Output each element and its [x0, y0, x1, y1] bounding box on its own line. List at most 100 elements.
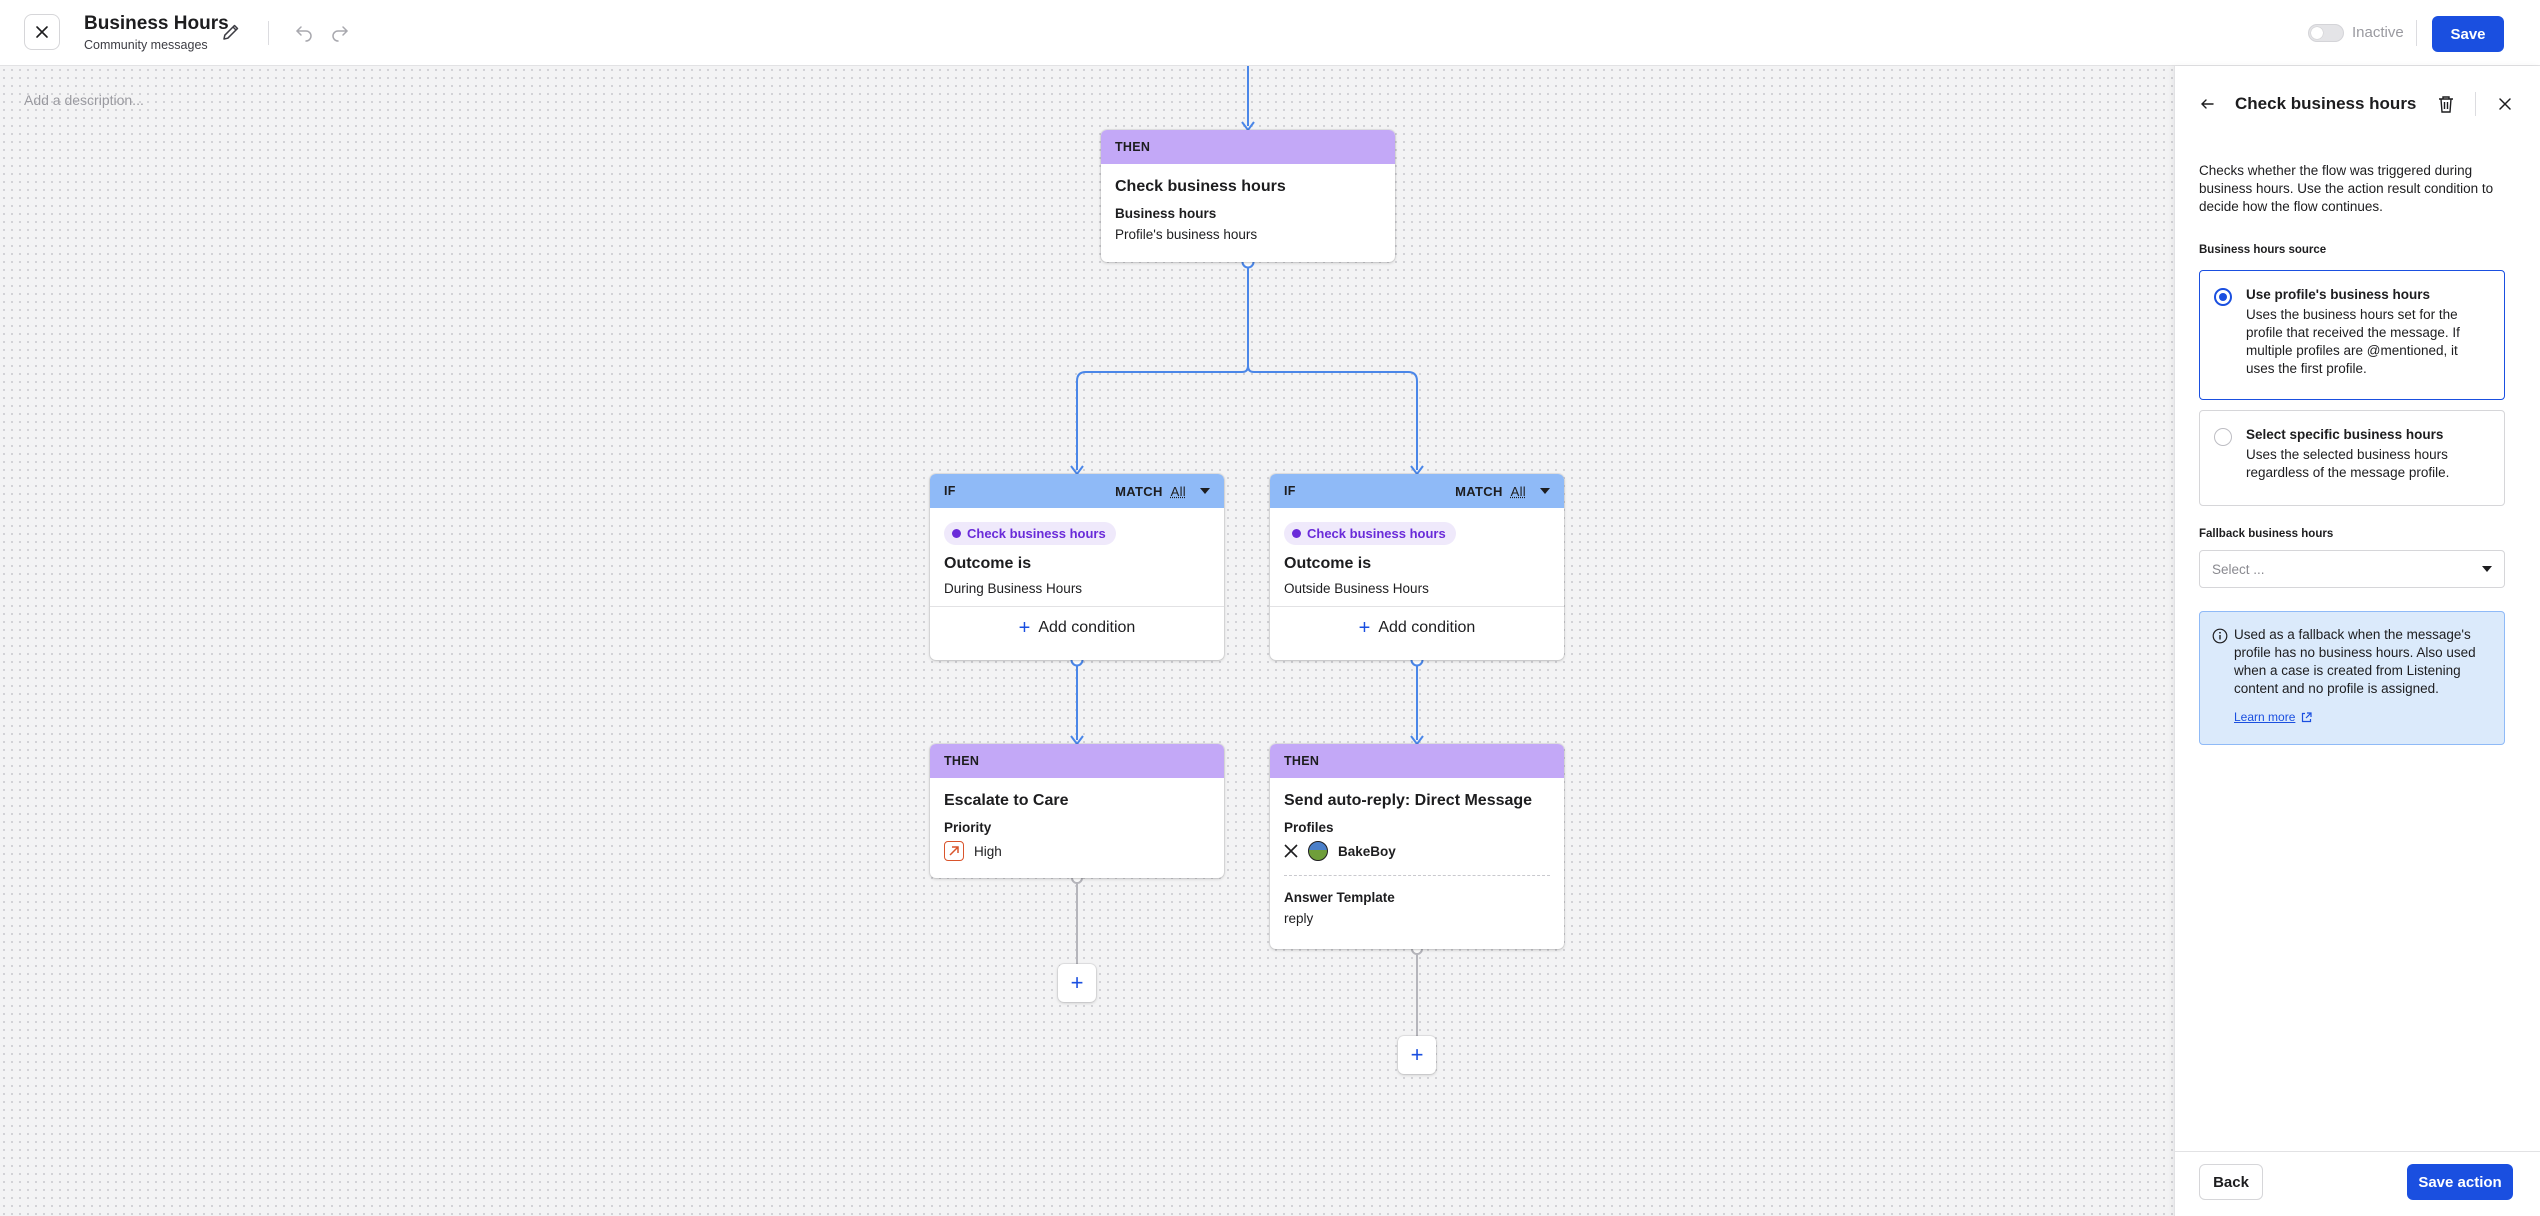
- source-label: Business hours source: [2199, 244, 2327, 256]
- x-logo-icon: [1284, 844, 1298, 858]
- flow-subtitle: Community messages: [84, 38, 208, 52]
- profile-name: BakeBoy: [1338, 843, 1396, 859]
- node-title: Outcome is: [1284, 555, 1372, 572]
- add-step-button[interactable]: +: [1398, 1036, 1436, 1074]
- field-label: Priority: [944, 820, 992, 835]
- priority-value: High: [974, 843, 1002, 859]
- trash-icon[interactable]: [2437, 94, 2455, 114]
- escalate-to-care-node[interactable]: THEN Escalate to Care Priority High: [930, 744, 1224, 878]
- template-value: reply: [1284, 911, 1314, 926]
- if-outside-business-hours-node[interactable]: IF MATCH All Check business hours Outcom…: [1270, 474, 1564, 660]
- status-label: Inactive: [2352, 24, 2404, 41]
- pencil-icon[interactable]: [220, 21, 242, 43]
- dot-icon: [1292, 529, 1301, 538]
- node-title: Check business hours: [1115, 178, 1286, 195]
- match-value: All: [1510, 483, 1526, 499]
- action-chip: Check business hours: [1284, 522, 1456, 545]
- back-button[interactable]: Back: [2199, 1164, 2263, 1200]
- option-description: Uses the business hours set for the prof…: [2246, 307, 2460, 376]
- action-chip: Check business hours: [944, 522, 1116, 545]
- external-link-icon: [2302, 711, 2312, 722]
- info-icon: [2212, 628, 2228, 644]
- fallback-hours-select[interactable]: Select ...: [2199, 550, 2505, 588]
- match-label: MATCH: [1455, 483, 1503, 499]
- template-label: Answer Template: [1284, 890, 1395, 905]
- node-header: IF MATCH All: [1270, 474, 1564, 508]
- condition-value: During Business Hours: [944, 581, 1083, 596]
- priority-row: High: [944, 841, 1210, 861]
- flow-title: Business Hours: [84, 13, 229, 34]
- node-title: Send auto-reply: Direct Message: [1284, 792, 1533, 809]
- node-header: THEN: [1101, 130, 1395, 164]
- plus-icon: +: [1410, 1042, 1424, 1067]
- node-header: THEN: [1270, 744, 1564, 778]
- close-icon[interactable]: [2497, 96, 2513, 112]
- save-action-button[interactable]: Save action: [2407, 1164, 2513, 1200]
- option-profile-hours[interactable]: Use profile's business hours Uses the bu…: [2199, 270, 2505, 400]
- field-label: Business hours: [1115, 206, 1217, 221]
- chip-label: Check business hours: [1307, 526, 1446, 541]
- save-button[interactable]: Save: [2432, 16, 2504, 52]
- field-value: Profile's business hours: [1115, 227, 1258, 242]
- learn-more-label: Learn more: [2234, 710, 2296, 724]
- add-condition-label: Add condition: [1378, 618, 1476, 636]
- match-selector[interactable]: MATCH All: [1115, 484, 1210, 499]
- node-title: Outcome is: [944, 555, 1032, 572]
- arrow-left-icon[interactable]: [2199, 96, 2215, 112]
- toolbar-divider: [268, 21, 269, 45]
- if-during-business-hours-node[interactable]: IF MATCH All Check business hours Outcom…: [930, 474, 1224, 660]
- match-selector[interactable]: MATCH All: [1455, 484, 1550, 499]
- add-condition-button[interactable]: + Add condition: [930, 606, 1224, 648]
- caret-down-icon: [1540, 488, 1550, 494]
- divider: [1284, 875, 1550, 876]
- close-editor-button[interactable]: [24, 14, 60, 50]
- check-business-hours-node[interactable]: THEN Check business hours Business hours…: [1101, 130, 1395, 262]
- top-bar: Business Hours Community messages Inacti…: [0, 0, 2540, 66]
- node-header-label: IF: [944, 484, 956, 498]
- panel-footer: Back Save action: [2175, 1151, 2540, 1216]
- panel-header: Check business hours: [2175, 66, 2540, 142]
- avatar: [1308, 841, 1328, 861]
- undo-icon[interactable]: [294, 22, 314, 42]
- match-value: All: [1170, 483, 1186, 499]
- add-condition-label: Add condition: [1038, 618, 1136, 636]
- option-specific-hours[interactable]: Select specific business hours Uses the …: [2199, 410, 2505, 506]
- fallback-label: Fallback business hours: [2199, 528, 2334, 540]
- caret-down-icon: [1200, 488, 1210, 494]
- condition-value: Outside Business Hours: [1284, 581, 1429, 596]
- profiles-label: Profiles: [1284, 820, 1334, 835]
- learn-more-link[interactable]: Learn more: [2234, 710, 2312, 724]
- match-label: MATCH: [1115, 483, 1163, 499]
- option-title: Select specific business hours: [2246, 427, 2444, 442]
- node-header: THEN: [930, 744, 1224, 778]
- close-icon: [36, 26, 48, 38]
- plus-icon: +: [1018, 616, 1031, 639]
- node-title: Escalate to Care: [944, 792, 1069, 809]
- add-condition-button[interactable]: + Add condition: [1270, 606, 1564, 648]
- info-text: Used as a fallback when the message's pr…: [2234, 627, 2476, 696]
- node-header: IF MATCH All: [930, 474, 1224, 508]
- info-callout: Used as a fallback when the message's pr…: [2199, 611, 2505, 745]
- active-toggle[interactable]: [2308, 24, 2344, 42]
- select-placeholder: Select ...: [2212, 561, 2265, 577]
- header-divider: [2475, 92, 2476, 116]
- add-step-button[interactable]: +: [1058, 964, 1096, 1002]
- send-auto-reply-node[interactable]: THEN Send auto-reply: Direct Message Pro…: [1270, 744, 1564, 949]
- radio-button[interactable]: [2214, 288, 2232, 306]
- profile-row: BakeBoy: [1284, 841, 1550, 861]
- radio-button[interactable]: [2214, 428, 2232, 446]
- panel-title: Check business hours: [2235, 94, 2417, 113]
- priority-high-icon: [944, 841, 964, 861]
- action-settings-panel: Check business hours Checks whether the …: [2174, 66, 2540, 1216]
- option-title: Use profile's business hours: [2246, 287, 2431, 302]
- toolbar-divider: [2416, 20, 2417, 46]
- node-header-label: IF: [1284, 484, 1296, 498]
- flow-canvas[interactable]: Add a description... THEN Check business…: [0, 66, 2174, 1216]
- redo-icon[interactable]: [330, 22, 350, 42]
- chevron-down-icon: [2482, 566, 2492, 572]
- chip-label: Check business hours: [967, 526, 1106, 541]
- panel-description: Checks whether the flow was triggered du…: [2199, 163, 2494, 214]
- dot-icon: [952, 529, 961, 538]
- plus-icon: +: [1070, 970, 1084, 995]
- plus-icon: +: [1358, 616, 1371, 639]
